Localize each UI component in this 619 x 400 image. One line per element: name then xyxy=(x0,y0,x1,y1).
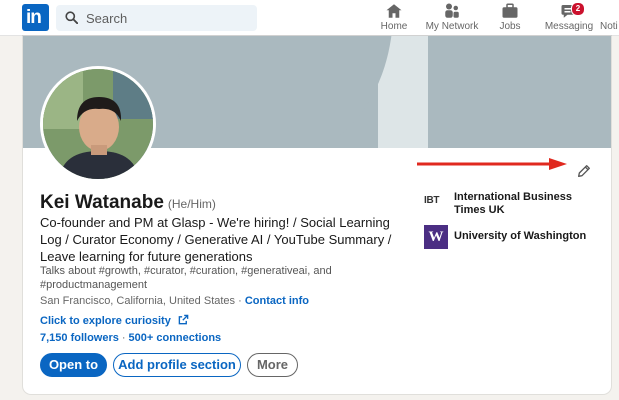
uw-logo: W xyxy=(424,225,448,249)
followers-link[interactable]: 7,150 followers xyxy=(40,332,119,344)
more-button[interactable]: More xyxy=(247,353,298,377)
experience-education-panel: IBT International Business Times UK W Un… xyxy=(424,191,604,259)
nav-network-label: My Network xyxy=(425,21,479,32)
nav-messaging[interactable]: 2 Messaging xyxy=(544,2,594,35)
top-navigation-bar: in Home My Network xyxy=(0,0,619,36)
open-to-button[interactable]: Open to xyxy=(40,353,107,377)
talks-about: Talks about #growth, #curator, #curation… xyxy=(40,265,332,291)
annotation-arrow xyxy=(417,158,567,170)
briefcase-icon xyxy=(495,2,525,20)
person-photo-illustration xyxy=(43,69,153,179)
external-link-icon xyxy=(178,314,189,325)
nav-messaging-label: Messaging xyxy=(544,21,594,32)
profile-photo xyxy=(43,69,153,179)
profile-card: Kei Watanabe (He/Him) Co-founder and PM a… xyxy=(23,36,611,394)
connections-link[interactable]: 500+ connections xyxy=(129,332,222,344)
banner-arc xyxy=(173,36,393,148)
profile-avatar[interactable] xyxy=(40,66,156,182)
search-input[interactable] xyxy=(86,9,246,27)
add-profile-section-button[interactable]: Add profile section xyxy=(113,353,241,377)
edit-pencil-icon[interactable] xyxy=(576,163,592,179)
conn-separator: · xyxy=(121,332,126,344)
logo-text: in xyxy=(26,7,42,28)
contact-info-link[interactable]: Contact info xyxy=(245,295,309,307)
network-stats: 7,150 followers · 500+ connections xyxy=(40,332,221,344)
company-item-ibt[interactable]: IBT International Business Times UK xyxy=(424,191,604,225)
nav-notifications[interactable]: Noti xyxy=(600,2,619,35)
search-icon xyxy=(65,11,78,24)
search-box[interactable] xyxy=(56,5,257,31)
profile-name-row: Kei Watanabe (He/Him) xyxy=(40,192,216,214)
nav-notifications-label: Noti xyxy=(600,21,618,32)
profile-pronouns: (He/Him) xyxy=(167,197,216,211)
explore-link-text: Click to explore curiosity xyxy=(40,315,171,327)
explore-curiosity-link[interactable]: Click to explore curiosity xyxy=(40,314,189,327)
bell-icon xyxy=(600,2,619,20)
ibt-logo: IBT xyxy=(424,195,440,206)
company-name: International Business Times UK xyxy=(454,191,572,216)
network-icon xyxy=(424,2,480,20)
messaging-badge: 2 xyxy=(571,2,585,16)
location-row: San Francisco, California, United States… xyxy=(40,295,309,307)
linkedin-logo[interactable]: in xyxy=(22,4,49,31)
company-item-uw[interactable]: W University of Washington xyxy=(424,225,604,259)
nav-home-label: Home xyxy=(380,21,408,32)
school-name: University of Washington xyxy=(454,230,587,242)
home-icon xyxy=(378,2,410,20)
nav-home[interactable]: Home xyxy=(378,2,410,35)
profile-location: San Francisco, California, United States xyxy=(40,295,236,307)
nav-jobs-label: Jobs xyxy=(499,21,521,32)
location-separator: · xyxy=(238,295,242,307)
profile-headline: Co-founder and PM at Glasp - We're hirin… xyxy=(40,215,392,264)
nav-my-network[interactable]: My Network xyxy=(424,2,480,35)
messaging-icon: 2 xyxy=(544,2,594,20)
nav-jobs[interactable]: Jobs xyxy=(495,2,525,35)
banner-right-panel xyxy=(428,36,611,148)
profile-name: Kei Watanabe xyxy=(40,192,164,213)
